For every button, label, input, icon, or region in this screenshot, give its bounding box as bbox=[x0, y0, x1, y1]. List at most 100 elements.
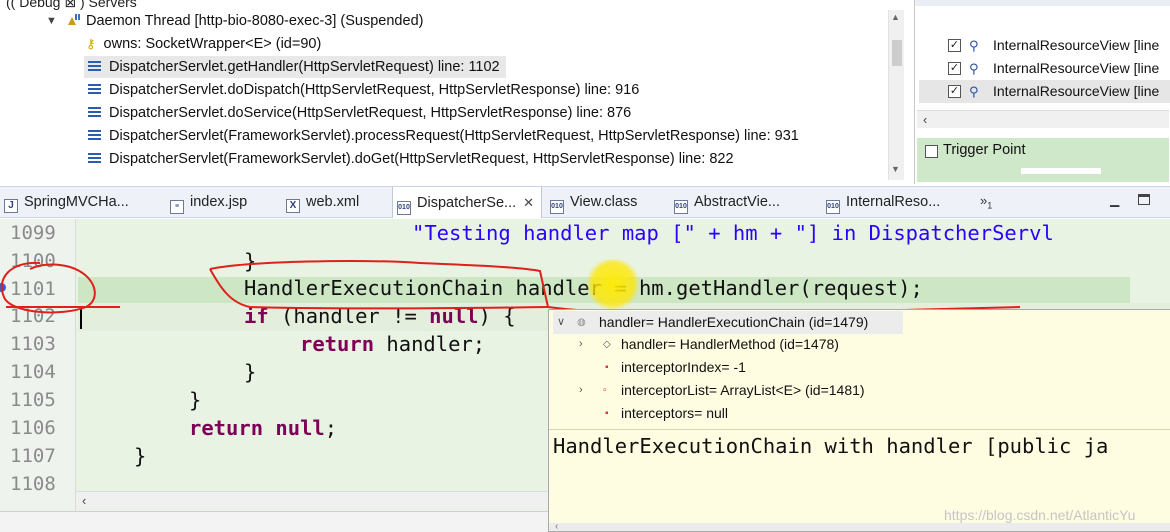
breakpoint-checkbox[interactable]: ✓ bbox=[948, 85, 961, 98]
breakpoint-list: ✓ ⚲ InternalResourceView [line ✓ ⚲ Inter… bbox=[917, 34, 1170, 110]
breakpoints-header bbox=[915, 0, 1170, 6]
line-number: 1107 bbox=[10, 445, 56, 467]
breakpoint-checkbox[interactable]: ✓ bbox=[948, 62, 961, 75]
tab-dispatcherservlet[interactable]: 010 DispatcherSe... ✕ bbox=[392, 187, 542, 218]
hit-count-field[interactable] bbox=[1021, 168, 1101, 174]
breakpoint-item[interactable]: ✓ ⚲ InternalResourceView [line bbox=[919, 57, 1170, 80]
variable-row[interactable]: › ◇ handler= HandlerMethod (id=1478) bbox=[579, 333, 1139, 356]
private-field-icon: ▪ bbox=[605, 408, 609, 419]
breakpoint-marker-icon[interactable] bbox=[0, 283, 6, 292]
tab-index-jsp[interactable]: ≡ index.jsp bbox=[170, 187, 247, 218]
breakpoint-checkbox[interactable]: ✓ bbox=[948, 39, 961, 52]
variable-row[interactable]: ▪ interceptors= null bbox=[579, 402, 1139, 425]
stack-frame-row[interactable]: DispatcherServlet.doDispatch(HttpServlet… bbox=[88, 79, 639, 101]
variable-row[interactable]: ▪ interceptorIndex= -1 bbox=[579, 356, 1139, 379]
line-number: 1101 bbox=[10, 278, 56, 300]
jsp-file-icon: ≡ bbox=[170, 200, 184, 214]
variable-label: interceptorIndex= -1 bbox=[621, 359, 746, 375]
editor-horizontal-scrollbar[interactable]: ‹ bbox=[76, 491, 550, 509]
editor-tab-bar: J SpringMVCHa... ≡ index.jsp Xweb.xml 010 D… bbox=[0, 186, 1170, 218]
tab-abstractview[interactable]: 010 AbstractVie... bbox=[674, 187, 780, 218]
owns-row[interactable]: ⚷ owns: SocketWrapper<E> (id=90) bbox=[86, 33, 321, 55]
variable-label: handler= HandlerMethod (id=1478) bbox=[621, 336, 839, 352]
chevron-down-icon[interactable]: ∨ bbox=[557, 311, 565, 334]
keyword: null bbox=[429, 304, 479, 328]
stack-frame-label: DispatcherServlet(FrameworkServlet).proc… bbox=[109, 128, 799, 144]
breakpoint-label: InternalResourceView [line bbox=[993, 60, 1160, 76]
stack-frame-row[interactable]: DispatcherServlet(FrameworkServlet).proc… bbox=[88, 125, 799, 147]
keyword: if bbox=[244, 304, 269, 328]
code-line-1106: return null; bbox=[189, 416, 337, 440]
keyword: null bbox=[275, 416, 325, 440]
code-line-1101: HandlerExecutionChain handler = hm.getHa… bbox=[244, 276, 923, 300]
minimize-button[interactable]: ▁ bbox=[1110, 193, 1124, 207]
scroll-left-icon[interactable]: ‹ bbox=[923, 112, 927, 127]
close-icon[interactable]: ✕ bbox=[523, 195, 534, 210]
line-number: 1100 bbox=[10, 250, 56, 272]
scroll-left-icon[interactable]: ‹ bbox=[555, 521, 558, 531]
stack-frame-label: DispatcherServlet.doService(HttpServletR… bbox=[109, 105, 632, 121]
popup-horizontal-scrollbar[interactable]: ‹ bbox=[549, 521, 1170, 531]
tab-label: index.jsp bbox=[190, 194, 248, 210]
scroll-left-icon[interactable]: ‹ bbox=[82, 493, 86, 508]
code-line-1105: } bbox=[189, 388, 202, 412]
string-literal: "Testing handler map [" + hm + "] in Dis… bbox=[412, 221, 1054, 245]
code-line-1099: "Testing handler map [" + hm + "] in Dis… bbox=[412, 221, 1054, 245]
tab-internalresource[interactable]: 010 InternalReso... bbox=[826, 187, 940, 218]
variable-tree: ∨ ◍ handler= HandlerExecutionChain (id=1… bbox=[549, 310, 1170, 430]
line-number: 1099 bbox=[10, 222, 56, 244]
variable-row[interactable]: › ▫ interceptorList= ArrayList<E> (id=14… bbox=[579, 379, 1139, 402]
variable-label: handler= HandlerExecutionChain (id=1479) bbox=[599, 314, 869, 330]
stack-frame-icon bbox=[88, 107, 101, 118]
text-caret bbox=[80, 307, 82, 329]
code-line-1102: if (handler != null) { bbox=[244, 304, 516, 328]
scroll-up-icon[interactable]: ▲ bbox=[891, 12, 900, 22]
breakpoints-view: ✓ ⚲ InternalResourceView [line ✓ ⚲ Inter… bbox=[914, 0, 1170, 184]
breakpoint-item[interactable]: ✓ ⚲ InternalResourceView [line bbox=[919, 80, 1170, 103]
line-number: 1102 bbox=[10, 305, 56, 327]
maximize-button[interactable] bbox=[1138, 194, 1150, 205]
scroll-down-icon[interactable]: ▼ bbox=[891, 164, 900, 174]
tab-overflow-button[interactable]: »1 bbox=[980, 193, 992, 211]
key-icon: ⚷ bbox=[86, 36, 96, 51]
owns-label: owns: SocketWrapper<E> (id=90) bbox=[103, 36, 322, 52]
chevron-down-icon[interactable]: ▼ bbox=[46, 10, 57, 32]
code-text: ) { bbox=[478, 304, 516, 328]
tab-label: DispatcherSe... bbox=[417, 195, 517, 211]
stack-frame-row[interactable]: DispatcherServlet(FrameworkServlet).doGe… bbox=[88, 148, 734, 170]
debug-vertical-scrollbar[interactable]: ▲ ▼ bbox=[888, 10, 904, 180]
variable-root-row[interactable]: ∨ ◍ handler= HandlerExecutionChain (id=1… bbox=[553, 311, 903, 334]
line-number-gutter[interactable]: 1099 1100 1101 1102 1103 1104 1105 1106 … bbox=[0, 219, 76, 532]
class-file-icon: 010 bbox=[550, 200, 564, 214]
tab-view-class[interactable]: 010 View.class bbox=[550, 187, 637, 218]
chevron-right-icon[interactable]: › bbox=[579, 333, 583, 356]
stack-frame-label: DispatcherServlet(FrameworkServlet).doGe… bbox=[109, 151, 734, 167]
variable-detail-text[interactable]: HandlerExecutionChain with handler [publ… bbox=[553, 434, 1108, 458]
final-field-icon: ◇ bbox=[603, 339, 611, 350]
tab-springmvc[interactable]: J SpringMVCHa... bbox=[0, 187, 129, 218]
line-number: 1106 bbox=[10, 417, 56, 439]
stack-frame-icon bbox=[88, 61, 101, 72]
scrollbar-thumb[interactable] bbox=[892, 40, 902, 66]
line-number: 1103 bbox=[10, 333, 56, 355]
private-field-icon: ▫ bbox=[603, 385, 607, 396]
chevron-right-icon[interactable]: › bbox=[579, 379, 583, 402]
breakpoint-item[interactable]: ✓ ⚲ InternalResourceView [line bbox=[919, 34, 1170, 57]
trigger-point-label: Trigger Point bbox=[943, 142, 1026, 158]
debug-view: (( Debug ⊠ ) Servers ▼ Daemon Thread [ht… bbox=[0, 0, 912, 184]
tab-web-xml[interactable]: Xweb.xml bbox=[286, 187, 359, 218]
keyword: return bbox=[189, 416, 264, 440]
breakpoints-horizontal-scrollbar[interactable]: ‹ bbox=[917, 110, 1169, 128]
trigger-point-checkbox[interactable] bbox=[925, 145, 938, 158]
java-file-icon: J bbox=[4, 199, 18, 213]
stack-frame-row[interactable]: DispatcherServlet.getHandler(HttpServlet… bbox=[84, 56, 506, 78]
code-line-1107: } bbox=[134, 444, 147, 468]
xml-file-icon: X bbox=[286, 199, 300, 213]
tab-label: web.xml bbox=[306, 194, 360, 210]
inspect-popup[interactable]: ∨ ◍ handler= HandlerExecutionChain (id=1… bbox=[548, 309, 1170, 532]
code-line-1103: return handler; bbox=[300, 332, 485, 356]
stack-frame-row[interactable]: DispatcherServlet.doService(HttpServletR… bbox=[88, 102, 631, 124]
breakpoint-pin-icon: ⚲ bbox=[969, 38, 979, 53]
class-file-icon: 010 bbox=[674, 200, 688, 214]
line-number: 1108 bbox=[10, 473, 56, 495]
